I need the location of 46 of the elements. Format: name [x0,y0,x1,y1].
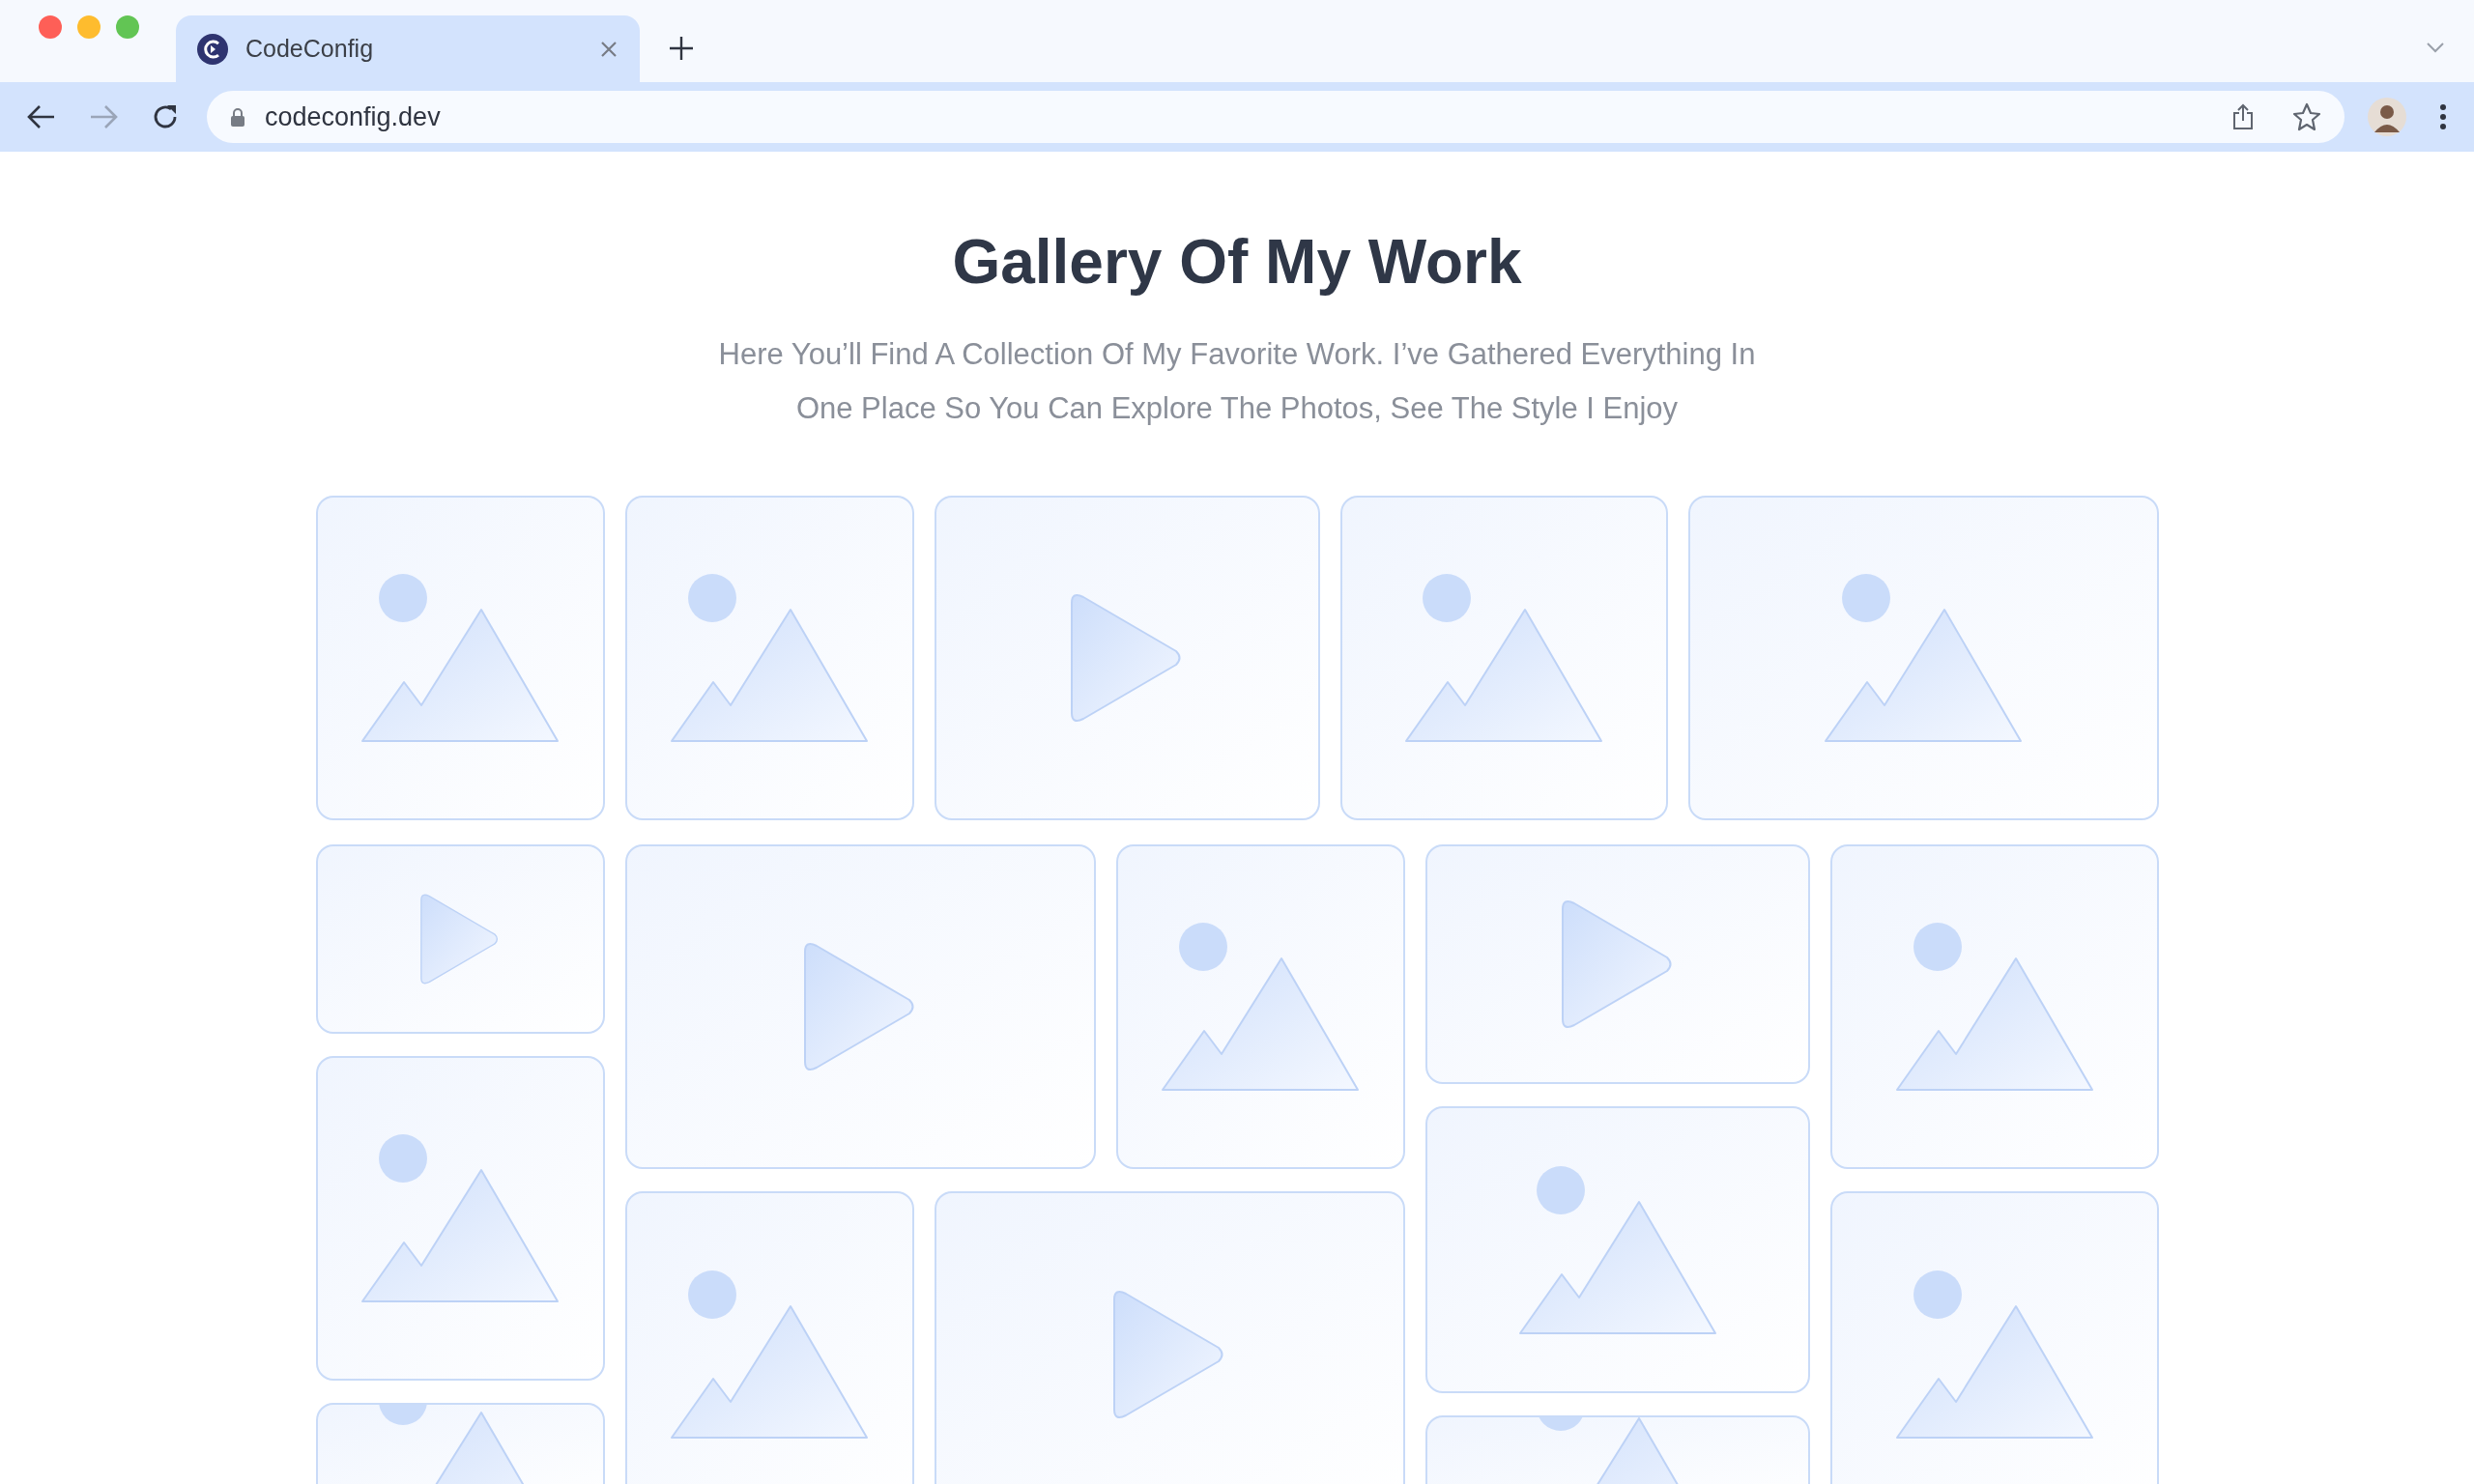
video-tile[interactable] [315,844,605,1034]
image-placeholder-icon [1894,1270,2094,1440]
url-text: codeconfig.dev [265,100,442,133]
address-bar[interactable]: codeconfig.dev [207,91,2345,143]
tab-title: CodeConfig [245,33,375,64]
image-tile[interactable] [624,496,914,820]
close-window-icon[interactable] [39,14,62,39]
video-tile[interactable] [934,496,1320,820]
image-placeholder-icon [1517,1164,1717,1335]
subtitle-line: Here You’ll Find A Collection Of My Favorite Work. I’ve Gathered Everything In [718,336,1756,373]
image-placeholder-icon [360,573,560,743]
image-tile[interactable] [315,1056,605,1381]
image-placeholder-icon [1161,922,1360,1092]
image-placeholder-icon [360,1133,560,1303]
forward-icon[interactable] [89,104,118,129]
image-tile[interactable] [1687,496,2159,820]
image-tile[interactable] [1115,844,1405,1169]
favicon-icon [197,33,228,65]
share-icon[interactable] [2232,103,2254,130]
image-placeholder-icon [1894,922,2094,1092]
image-tile[interactable] [624,1191,914,1484]
image-tile[interactable] [315,496,605,820]
browser-tab[interactable]: CodeConfig [176,15,640,82]
minimize-window-icon[interactable] [77,14,101,39]
lock-icon [230,107,245,127]
new-tab-icon[interactable] [669,36,694,61]
bookmark-star-icon[interactable] [2292,102,2321,131]
image-placeholder-icon [1404,573,1603,743]
image-placeholder-icon [670,1270,869,1440]
video-tile[interactable] [934,1191,1405,1484]
chevron-down-icon[interactable] [2426,42,2445,53]
image-tile[interactable] [315,1403,605,1484]
image-tile[interactable] [1829,844,2159,1169]
profile-avatar-icon[interactable] [2368,98,2406,136]
video-tile[interactable] [624,844,1096,1169]
subtitle-line: One Place So You Can Explore The Photos, See The Style I Enjoy [795,390,1679,427]
image-tile[interactable] [1339,496,1668,820]
image-placeholder-icon [670,573,869,743]
image-tile[interactable] [1424,1106,1810,1393]
video-tile[interactable] [1424,844,1810,1084]
menu-icon[interactable] [2439,103,2447,130]
image-placeholder-icon [1824,573,2023,743]
maximize-window-icon[interactable] [116,14,139,39]
close-icon[interactable] [599,39,618,59]
image-tile[interactable] [1829,1191,2159,1484]
back-icon[interactable] [27,104,56,129]
